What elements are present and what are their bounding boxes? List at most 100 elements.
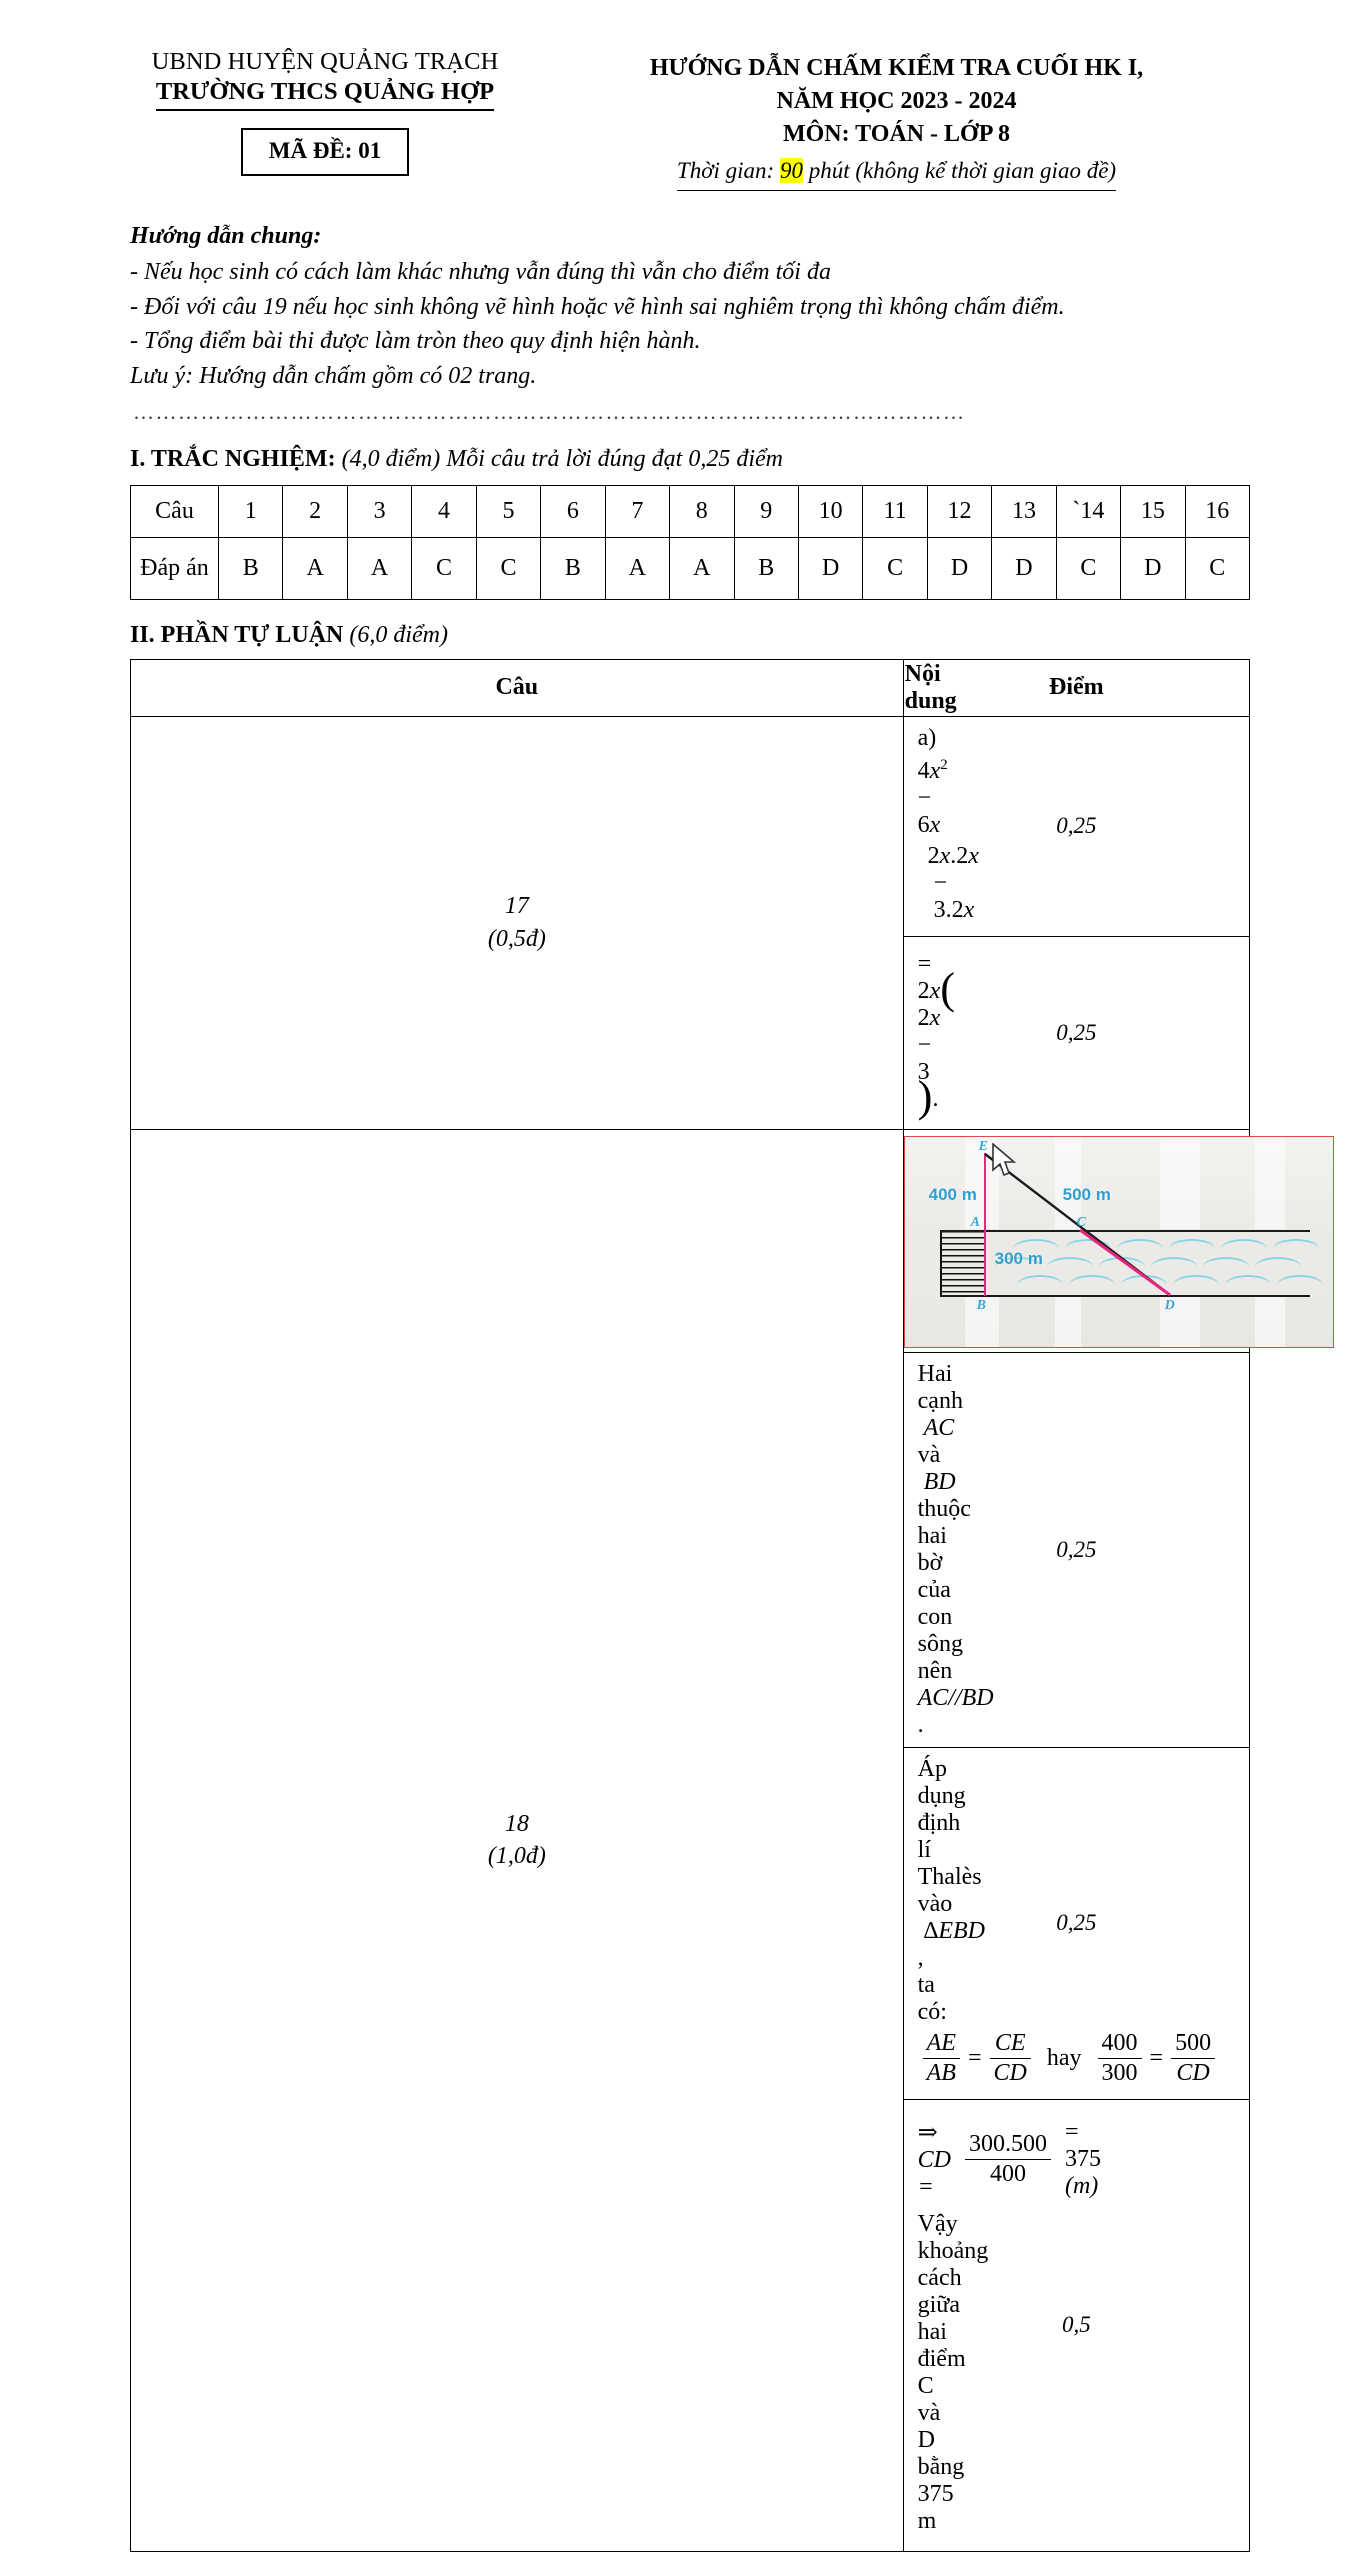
point-label-E: E xyxy=(978,1138,988,1154)
mcq-a-12: D xyxy=(926,536,993,600)
q17-part-b-score: 0,25 xyxy=(902,935,1251,1130)
section2-title: II. PHẦN TỰ LUẬN xyxy=(130,621,344,648)
mcq-q-11: 11 xyxy=(862,484,928,538)
essay-col-header-cau: Câu xyxy=(130,658,904,717)
equals-1: = xyxy=(967,2044,982,2071)
q18-cd-prefix: ⇒ CD = xyxy=(917,2119,951,2200)
instruction-note: Lưu ý: Hướng dẫn chấm gồm có 02 trang. xyxy=(130,362,537,389)
label-500m: 500 m xyxy=(1062,1184,1111,1204)
frac-result-num: 300.500 xyxy=(968,2130,1047,2157)
mcq-row-label-question: Câu xyxy=(130,484,219,538)
river-distance-figure: 400 m 500 m 300 m E A C B D xyxy=(903,1135,1334,1348)
duration-prefix: Thời gian: xyxy=(676,158,780,184)
school-block: UBND HUYỆN QUẢNG TRẠCH TRƯỜNG THCS QUẢNG… xyxy=(115,48,535,176)
mcq-answer-row: Đáp án B A A C C B A A B D C D D C D C xyxy=(130,536,1251,600)
instruction-line-2: - Đối với câu 19 nếu học sinh không vẽ h… xyxy=(130,293,1065,320)
section1-heading: I. TRẮC NGHIỆM: (4,0 điểm) Mỗi câu trả l… xyxy=(0,426,1365,473)
essay-header-row: Câu Nội dung Điểm xyxy=(130,658,1251,717)
figure-svg-lines xyxy=(983,1152,1171,1296)
mcq-q-8: 8 xyxy=(669,484,735,538)
point-label-D: D xyxy=(1164,1297,1175,1313)
frac-500-CD: 500 CD xyxy=(1171,2030,1216,2087)
mcq-answer-table: Câu 1 2 3 4 5 6 7 8 9 10 11 12 13 `14 15… xyxy=(130,484,1251,600)
essay-q17-label: 17 (0,5đ) xyxy=(130,715,904,1130)
mcq-a-6: B xyxy=(540,536,606,600)
hay-connector: hay xyxy=(1046,2044,1082,2071)
exam-answer-key-page: UBND HUYỆN QUẢNG TRẠCH TRƯỜNG THCS QUẢNG… xyxy=(0,0,1365,2552)
section1-subtitle: (4,0 điểm) Mỗi câu trả lời đúng đạt 0,25… xyxy=(335,445,783,472)
table-row: 17 (0,5đ) a) 4x2 − 6x 2x.2x − 3.2x 0,25 xyxy=(130,715,1251,1130)
mcq-a-9: B xyxy=(733,536,799,600)
equals-2: = xyxy=(1149,2044,1164,2071)
mcq-a-3: A xyxy=(346,536,413,600)
frac-300x500-400: 300.500 400 xyxy=(964,2130,1051,2188)
essay-q18-label: 18 (1,0đ) xyxy=(130,1128,904,2552)
frac-CD2-den: CD xyxy=(1171,2057,1216,2087)
mcq-q-1: 1 xyxy=(217,484,284,538)
frac-AB-den: AB xyxy=(922,2057,960,2087)
instruction-line-1: - Nếu học sinh có cách làm khác nhưng vẫ… xyxy=(130,259,831,286)
district-name: UBND HUYỆN QUẢNG TRẠCH xyxy=(151,48,499,75)
point-label-B: B xyxy=(976,1297,986,1313)
point-label-A: A xyxy=(970,1214,980,1230)
section1-title: I. TRẮC NGHIỆM: xyxy=(130,445,336,472)
general-instructions: Hướng dẫn chung: - Nếu học sinh có cách … xyxy=(0,191,1365,425)
mcq-q-4: 4 xyxy=(411,484,477,538)
q18-result-value: = 375 (m) xyxy=(1064,2118,1106,2199)
essay-answer-table: Câu Nội dung Điểm 17 (0,5đ) a) 4x2 − 6x … xyxy=(130,658,1334,2552)
mcq-table-wrap: Câu 1 2 3 4 5 6 7 8 9 10 11 12 13 `14 15… xyxy=(0,473,1365,600)
mcq-q-12: 12 xyxy=(926,484,993,538)
mcq-a-14: C xyxy=(1055,536,1122,600)
frac-CE-num: CE xyxy=(994,2029,1026,2056)
frac-result-den: 400 xyxy=(964,2158,1051,2188)
mcq-q-6: 6 xyxy=(540,484,606,538)
section-separator: ………………………………………………………………………………………………… xyxy=(133,399,966,424)
mcq-q-2: 2 xyxy=(282,484,348,538)
frac-AE-num: AE xyxy=(926,2029,956,2056)
mcq-a-16: C xyxy=(1184,536,1251,600)
mcq-q-16: 16 xyxy=(1184,484,1251,538)
mcq-a-13: D xyxy=(991,536,1057,600)
q17-points: (0,5đ) xyxy=(487,925,546,952)
essay-table-wrap: Câu Nội dung Điểm 17 (0,5đ) a) 4x2 − 6x … xyxy=(0,649,1365,2552)
section2-subtitle: (6,0 điểm) xyxy=(343,621,448,648)
label-300m: 300 m xyxy=(994,1248,1043,1268)
mcq-a-4: C xyxy=(411,536,477,600)
exam-title-line3: MÔN: TOÁN - LỚP 8 xyxy=(782,121,1011,148)
mcq-a-5: C xyxy=(475,536,542,600)
mcq-q-10: 10 xyxy=(797,484,864,538)
mcq-a-10: D xyxy=(797,536,864,600)
mouse-cursor-icon xyxy=(991,1142,1016,1176)
q18-points: (1,0đ) xyxy=(487,1843,546,1870)
q17-number: 17 xyxy=(504,893,529,920)
frac-400-num: 400 xyxy=(1101,2029,1138,2056)
point-label-C: C xyxy=(1076,1214,1086,1230)
duration-value-highlight: 90 xyxy=(779,158,803,184)
table-row: 18 (1,0đ) 400 m 500 m 300 m E A C B D xyxy=(130,1128,1334,2552)
exam-duration-line: Thời gian: 90 phút (không kể thời gian g… xyxy=(676,158,1117,192)
frac-300-den: 300 xyxy=(1097,2057,1142,2087)
section2-heading: II. PHẦN TỰ LUẬN (6,0 điểm) xyxy=(0,600,1365,649)
mcq-a-7: A xyxy=(604,536,671,600)
mcq-question-row: Câu 1 2 3 4 5 6 7 8 9 10 11 12 13 `14 15… xyxy=(130,484,1251,538)
mcq-a-1: B xyxy=(217,536,284,600)
mcq-q-9: 9 xyxy=(733,484,799,538)
q18-number: 18 xyxy=(504,1810,529,1837)
mcq-q-5: 5 xyxy=(475,484,542,538)
mcq-q-14: `14 xyxy=(1055,484,1122,538)
mcq-a-11: C xyxy=(862,536,928,600)
exam-code-box: MÃ ĐỀ: 01 xyxy=(240,128,410,176)
mcq-a-2: A xyxy=(282,536,348,600)
label-400m: 400 m xyxy=(928,1184,977,1204)
instructions-title: Hướng dẫn chung: xyxy=(130,223,322,250)
frac-AE-AB: AE AB xyxy=(922,2029,960,2087)
mcq-row-label-answer: Đáp án xyxy=(130,536,219,600)
mcq-q-15: 15 xyxy=(1120,484,1186,538)
frac-CE-CD: CE CD xyxy=(989,2029,1031,2087)
mcq-q-13: 13 xyxy=(991,484,1057,538)
mcq-q-7: 7 xyxy=(604,484,671,538)
frac-400-300: 400 300 xyxy=(1097,2029,1142,2087)
mcq-q-3: 3 xyxy=(346,484,413,538)
exam-title-block: HƯỚNG DẪN CHẤM KIỂM TRA CUỐI HK I, NĂM H… xyxy=(535,48,1250,192)
frac-CD-den: CD xyxy=(989,2057,1031,2087)
